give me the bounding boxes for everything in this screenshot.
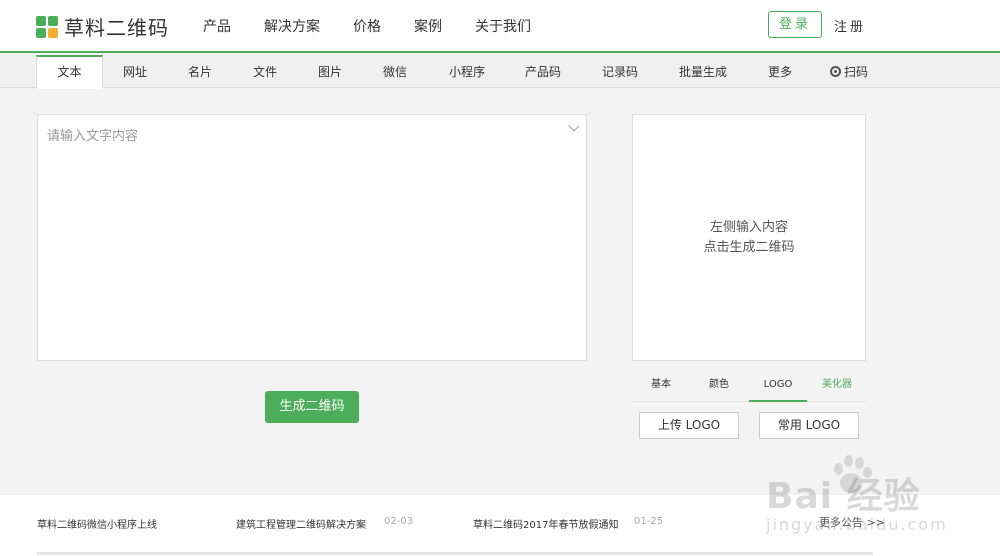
tab-batch[interactable]: 批量生成 [670, 55, 736, 88]
divider [37, 552, 873, 555]
tab-more[interactable]: 更多 [758, 55, 802, 88]
code-type-tabs: 文本 网址 名片 文件 图片 微信 小程序 产品码 记录码 批量生成 更多 扫码 [0, 55, 1000, 89]
nav-solutions[interactable]: 解决方案 [264, 16, 320, 36]
preview-hint-line2: 点击生成二维码 [703, 239, 795, 255]
preview-hint-line1: 左侧输入内容 [709, 219, 788, 235]
text-editor [37, 114, 587, 361]
tab-file[interactable]: 文件 [240, 55, 290, 88]
style-option-tabs: 基本 颜色 LOGO 美化器 [632, 373, 866, 402]
nav-cases[interactable]: 案例 [414, 16, 442, 36]
main-nav: 产品 解决方案 价格 案例 关于我们 [203, 0, 564, 51]
nav-products[interactable]: 产品 [203, 16, 231, 36]
option-tab-color[interactable]: 颜色 [696, 373, 742, 402]
nav-about[interactable]: 关于我们 [475, 16, 531, 36]
tab-wechat[interactable]: 微信 [370, 55, 420, 88]
brand-logo[interactable]: 草料二维码 [36, 12, 169, 41]
upload-logo-button[interactable]: 上传 LOGO [639, 412, 739, 439]
tab-card[interactable]: 名片 [175, 55, 225, 88]
news-item-date: 01-25 [634, 516, 664, 527]
tab-url[interactable]: 网址 [110, 55, 160, 88]
baidu-watermark: Bai 经验 jingyan.baidu.com [760, 455, 990, 545]
tab-scan[interactable]: 扫码 [823, 55, 875, 88]
tab-text[interactable]: 文本 [36, 55, 103, 89]
qrcode-preview: 左侧输入内容 点击生成二维码 [632, 114, 866, 361]
brand-name: 草料二维码 [64, 16, 169, 40]
login-button[interactable]: 登录 [768, 11, 822, 38]
tab-scan-label: 扫码 [843, 65, 868, 79]
option-tab-basic[interactable]: 基本 [638, 373, 684, 402]
tab-product-code[interactable]: 产品码 [515, 55, 571, 88]
scan-icon [829, 66, 841, 77]
logo-icon [36, 15, 58, 38]
tab-mini-program[interactable]: 小程序 [440, 55, 494, 88]
option-tab-beautifier[interactable]: 美化器 [814, 373, 860, 402]
news-item-title[interactable]: 草料二维码微信小程序上线 [37, 516, 157, 531]
option-tab-logo[interactable]: LOGO [749, 373, 807, 402]
news-item-title[interactable]: 草料二维码2017年春节放假通知 [473, 516, 618, 531]
watermark-url: jingyan.baidu.com [766, 515, 948, 534]
tab-image[interactable]: 图片 [305, 55, 355, 88]
tab-record-code[interactable]: 记录码 [592, 55, 648, 88]
news-item-title[interactable]: 建筑工程管理二维码解决方案 [236, 516, 366, 531]
register-link[interactable]: 注册 [834, 16, 866, 35]
news-item-date: 02-03 [384, 516, 414, 527]
watermark-text: Bai 经验 [766, 476, 921, 517]
top-header: 草料二维码 产品 解决方案 价格 案例 关于我们 登录 注册 [0, 0, 1000, 53]
common-logo-button[interactable]: 常用 LOGO [759, 412, 859, 439]
generate-qrcode-button[interactable]: 生成二维码 [265, 391, 359, 423]
nav-pricing[interactable]: 价格 [353, 16, 381, 36]
text-input[interactable] [38, 115, 586, 360]
